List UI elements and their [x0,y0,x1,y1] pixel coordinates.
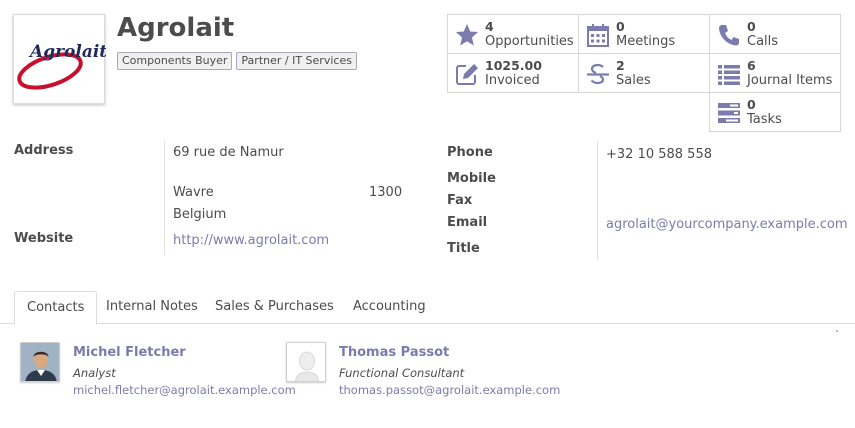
left-field-divider [164,141,165,255]
invoiced-label: Invoiced [485,73,540,88]
placeholder-avatar-icon [287,343,325,381]
scroll-marker [836,330,838,332]
calls-label: Calls [747,34,779,49]
sales-label: Sales [616,73,651,88]
contact-job-title: Functional Consultant [339,366,465,380]
tab-accounting[interactable]: Accounting [341,291,438,324]
calls-button[interactable]: 0 Calls [709,14,841,54]
email-link[interactable]: agrolait@yourcompany.example.com [606,217,848,232]
phone-value[interactable]: +32 10 588 558 [606,147,712,162]
contact-avatar [20,342,60,382]
tab-internal-notes[interactable]: Internal Notes [94,291,210,324]
journal-items-button[interactable]: 6 Journal Items [709,53,841,93]
tag-components-buyer[interactable]: Components Buyer [117,52,233,70]
invoiced-button[interactable]: 1025.00 Invoiced [447,53,579,93]
tasks-icon [718,103,740,123]
list-icon [718,65,740,85]
meetings-button[interactable]: 0 Meetings [578,14,710,54]
sales-count: 2 [616,58,625,73]
partner-logo[interactable]: Agrolait [13,14,106,104]
tasks-button[interactable]: 0 Tasks [709,92,841,132]
opportunities-button[interactable]: 4 Opportunities [447,14,579,54]
agrolait-logo-image: Agrolait [17,42,106,90]
meetings-count: 0 [616,19,625,34]
tasks-label: Tasks [747,112,782,127]
address-zip[interactable]: 1300 [369,185,402,200]
contact-email[interactable]: michel.fletcher@agrolait.example.com [73,383,296,397]
phone-label: Phone [447,145,493,160]
email-label: Email [447,215,488,230]
notebook-tabs: Contacts Internal Notes Sales & Purchase… [0,291,855,325]
contact-job-title: Analyst [73,366,116,380]
address-city[interactable]: Wavre [173,185,214,200]
meetings-label: Meetings [616,34,676,49]
title-label: Title [447,241,480,256]
contact-name[interactable]: Michel Fletcher [73,345,186,360]
right-field-divider [597,141,598,260]
calendar-icon [587,24,609,47]
opportunities-count: 4 [485,19,494,34]
category-tags: Components Buyer Partner / IT Services [117,52,357,70]
sales-button[interactable]: 2 Sales [578,53,710,93]
contact-name[interactable]: Thomas Passot [339,345,449,360]
website-label: Website [14,231,74,246]
opportunities-label: Opportunities [485,34,574,49]
invoiced-amount: 1025.00 [485,58,542,73]
phone-icon [719,25,739,46]
contact-avatar [286,342,326,382]
partner-name: Agrolait [117,13,235,43]
strikethrough-icon [587,63,609,85]
mobile-label: Mobile [447,171,496,186]
tag-partner-it-services[interactable]: Partner / IT Services [236,52,357,70]
calls-count: 0 [747,19,756,34]
address-label: Address [14,143,74,158]
address-street[interactable]: 69 rue de Namur [173,145,284,160]
pencil-square-icon [456,64,478,85]
tasks-count: 0 [747,97,756,112]
journal-items-count: 6 [747,58,756,73]
journal-items-label: Journal Items [747,73,833,88]
address-country[interactable]: Belgium [173,207,226,222]
contact-photo-icon [21,343,59,381]
contact-email[interactable]: thomas.passot@agrolait.example.com [339,383,560,397]
logo-text: Agrolait [28,42,106,62]
fax-label: Fax [447,193,473,208]
tab-sales-purchases[interactable]: Sales & Purchases [203,291,346,324]
star-icon [456,24,478,46]
website-link[interactable]: http://www.agrolait.com [173,233,329,248]
tab-contacts[interactable]: Contacts [14,291,98,325]
